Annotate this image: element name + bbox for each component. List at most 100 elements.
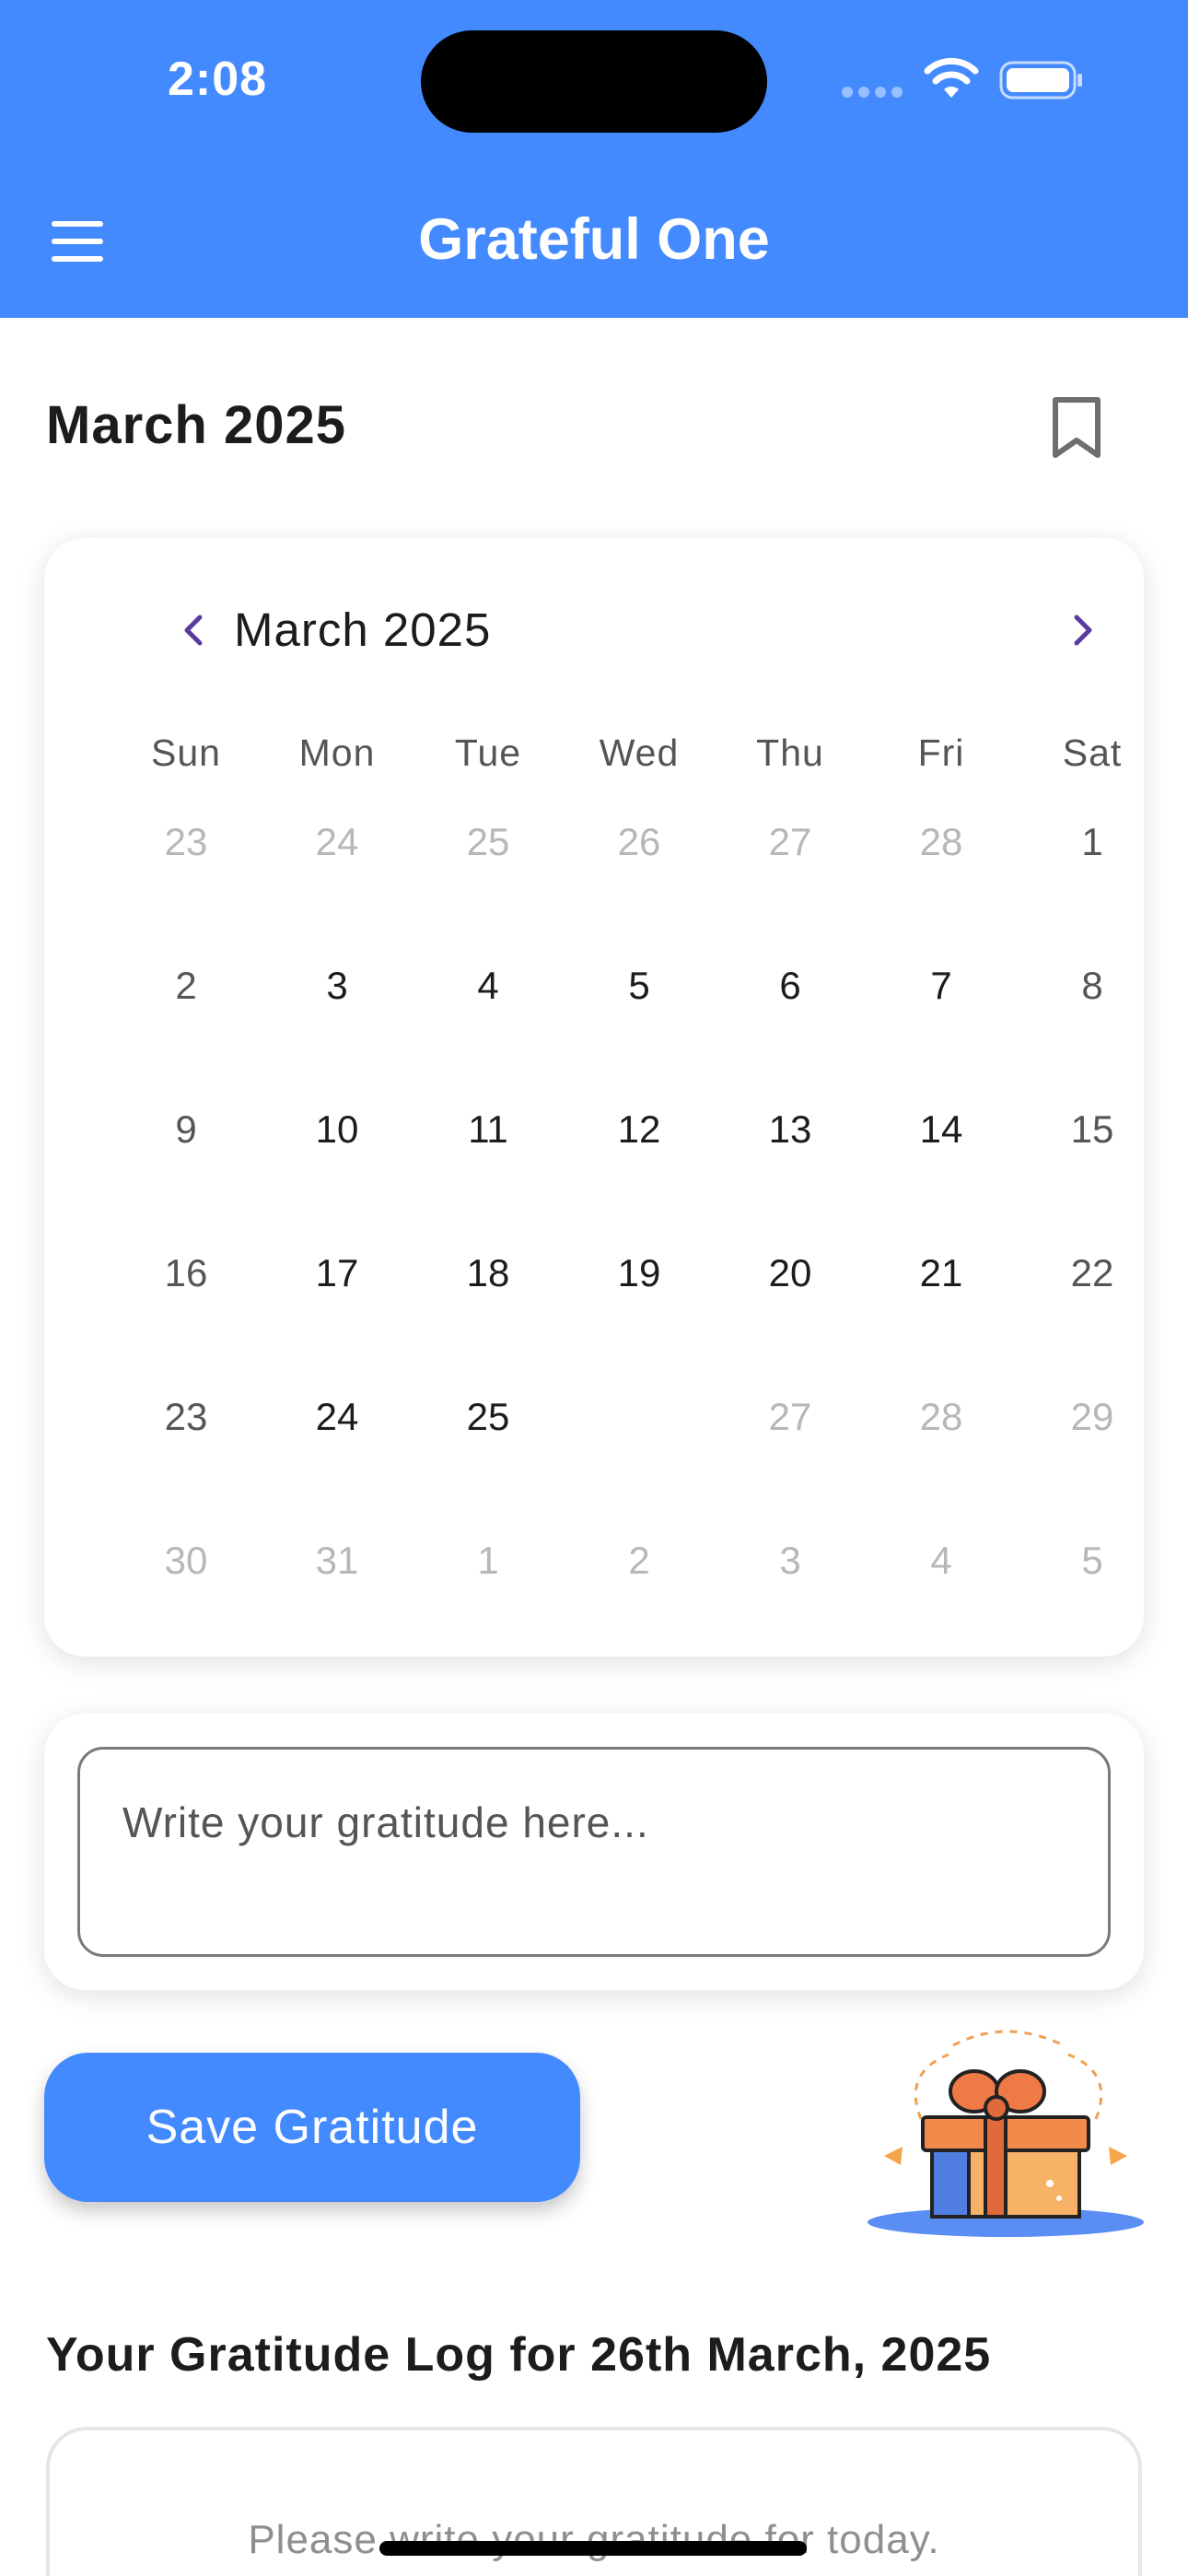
day-number: 6 — [779, 964, 801, 1007]
day-number: 16 — [164, 1251, 208, 1294]
day-number: 4 — [477, 964, 499, 1007]
day-number: 3 — [326, 964, 348, 1007]
calendar-nav: March 2025 — [44, 603, 1144, 658]
day-number: 14 — [919, 1107, 963, 1151]
day-number: 3 — [779, 1539, 801, 1582]
calendar-day[interactable]: 8 — [1037, 931, 1147, 1041]
day-number: 13 — [768, 1107, 812, 1151]
day-number: 18 — [466, 1251, 510, 1294]
next-month-button[interactable] — [1055, 603, 1111, 658]
weekday-label: Wed — [599, 732, 680, 774]
day-number: 23 — [164, 820, 208, 863]
calendar-day[interactable]: 25 — [433, 787, 543, 897]
day-number: 12 — [617, 1107, 661, 1151]
calendar-day[interactable]: 16 — [131, 1218, 241, 1329]
day-number: 5 — [628, 964, 650, 1007]
gratitude-log-title: Your Gratitude Log for 26th March, 2025 — [46, 2328, 992, 2382]
calendar-day[interactable]: 28 — [886, 787, 996, 897]
calendar-day[interactable]: 1 — [433, 1505, 543, 1616]
calendar-day[interactable]: 23 — [131, 1362, 241, 1472]
calendar-day[interactable]: 3 — [282, 931, 392, 1041]
day-number: 24 — [315, 1395, 359, 1438]
calendar-day[interactable]: 14 — [886, 1074, 996, 1185]
gratitude-input[interactable]: Write your gratitude here... — [77, 1747, 1111, 1957]
calendar-day[interactable]: 28 — [886, 1362, 996, 1472]
day-number: 4 — [930, 1539, 952, 1582]
calendar-day[interactable]: 3 — [735, 1505, 845, 1616]
calendar-day[interactable]: 21 — [886, 1218, 996, 1329]
day-number: 17 — [315, 1251, 359, 1294]
prev-month-button[interactable] — [166, 603, 221, 658]
calendar-day[interactable]: 13 — [735, 1074, 845, 1185]
weekday-label: Fri — [917, 732, 965, 774]
day-number: 25 — [466, 1395, 510, 1438]
gratitude-input-card: Write your gratitude here... — [44, 1714, 1144, 1990]
day-number: 26 — [617, 1395, 661, 1438]
calendar-day[interactable]: 25 — [433, 1362, 543, 1472]
weekday-label: Tue — [454, 732, 522, 774]
calendar-day[interactable]: 7 — [886, 931, 996, 1041]
day-number: 7 — [930, 964, 952, 1007]
calendar-card: March 2025 Sun Mon Tue Wed Thu Fri Sat 23 24 25 2… — [44, 538, 1144, 1657]
page-title: March 2025 — [46, 395, 346, 455]
calendar-day[interactable]: 20 — [735, 1218, 845, 1329]
day-number: 10 — [315, 1107, 359, 1151]
calendar-day[interactable]: 17 — [282, 1218, 392, 1329]
calendar-day[interactable]: 19 — [584, 1218, 694, 1329]
calendar-day[interactable]: 5 — [584, 931, 694, 1041]
chevron-right-icon — [1074, 615, 1092, 646]
calendar-day[interactable]: 2 — [131, 931, 241, 1041]
calendar-day[interactable]: 12 — [584, 1074, 694, 1185]
day-number: 28 — [919, 820, 963, 863]
calendar-day[interactable]: 1 — [1037, 787, 1147, 897]
day-number: 5 — [1081, 1539, 1103, 1582]
calendar-day[interactable]: 15 — [1037, 1074, 1147, 1185]
day-number: 15 — [1070, 1107, 1114, 1151]
app-title: Grateful One — [418, 207, 770, 272]
home-indicator — [379, 2541, 807, 2556]
day-number: 1 — [1081, 820, 1103, 863]
weekday-label: Sat — [1062, 732, 1123, 774]
weekday-header: Sun Mon Tue Wed Thu Fri Sat — [44, 732, 1144, 787]
calendar-day[interactable]: 31 — [282, 1505, 392, 1616]
day-number: 30 — [164, 1539, 208, 1582]
day-number: 31 — [315, 1539, 359, 1582]
day-number: 28 — [919, 1395, 963, 1438]
calendar-day[interactable]: 6 — [735, 931, 845, 1041]
day-number: 27 — [768, 820, 812, 863]
calendar-day-selected[interactable]: 26 — [584, 1362, 694, 1472]
day-number: 26 — [617, 820, 661, 863]
calendar-day[interactable]: 4 — [886, 1505, 996, 1616]
calendar-day[interactable]: 30 — [131, 1505, 241, 1616]
calendar-day[interactable]: 22 — [1037, 1218, 1147, 1329]
day-number: 1 — [477, 1539, 499, 1582]
calendar-day[interactable]: 5 — [1037, 1505, 1147, 1616]
calendar-month-label: March 2025 — [234, 603, 492, 656]
calendar-day[interactable]: 10 — [282, 1074, 392, 1185]
day-number: 9 — [175, 1107, 197, 1151]
day-number: 19 — [617, 1251, 661, 1294]
day-number: 8 — [1081, 964, 1103, 1007]
log-empty-message: Please write your gratitude for today. — [248, 2517, 940, 2562]
day-number: 20 — [768, 1251, 812, 1294]
calendar-day[interactable]: 4 — [433, 931, 543, 1041]
calendar-day[interactable]: 2 — [584, 1505, 694, 1616]
calendar-day[interactable]: 27 — [735, 1362, 845, 1472]
weekday-label: Thu — [756, 732, 824, 774]
day-number: 25 — [466, 820, 510, 863]
calendar-day[interactable]: 23 — [131, 787, 241, 897]
day-number: 23 — [164, 1395, 208, 1438]
calendar-day[interactable]: 24 — [282, 787, 392, 897]
save-gratitude-button[interactable]: Save Gratitude — [44, 2053, 580, 2202]
calendar-day[interactable]: 9 — [131, 1074, 241, 1185]
calendar-day[interactable]: 27 — [735, 787, 845, 897]
day-number: 2 — [628, 1539, 650, 1582]
day-number: 29 — [1070, 1395, 1114, 1438]
calendar-day[interactable]: 26 — [584, 787, 694, 897]
calendar-day[interactable]: 29 — [1037, 1362, 1147, 1472]
app-header: 2:08 Grateful One — [0, 0, 1188, 318]
calendar-day[interactable]: 24 — [282, 1362, 392, 1472]
bookmark-icon[interactable] — [1050, 396, 1103, 461]
calendar-day[interactable]: 11 — [433, 1074, 543, 1185]
calendar-day[interactable]: 18 — [433, 1218, 543, 1329]
